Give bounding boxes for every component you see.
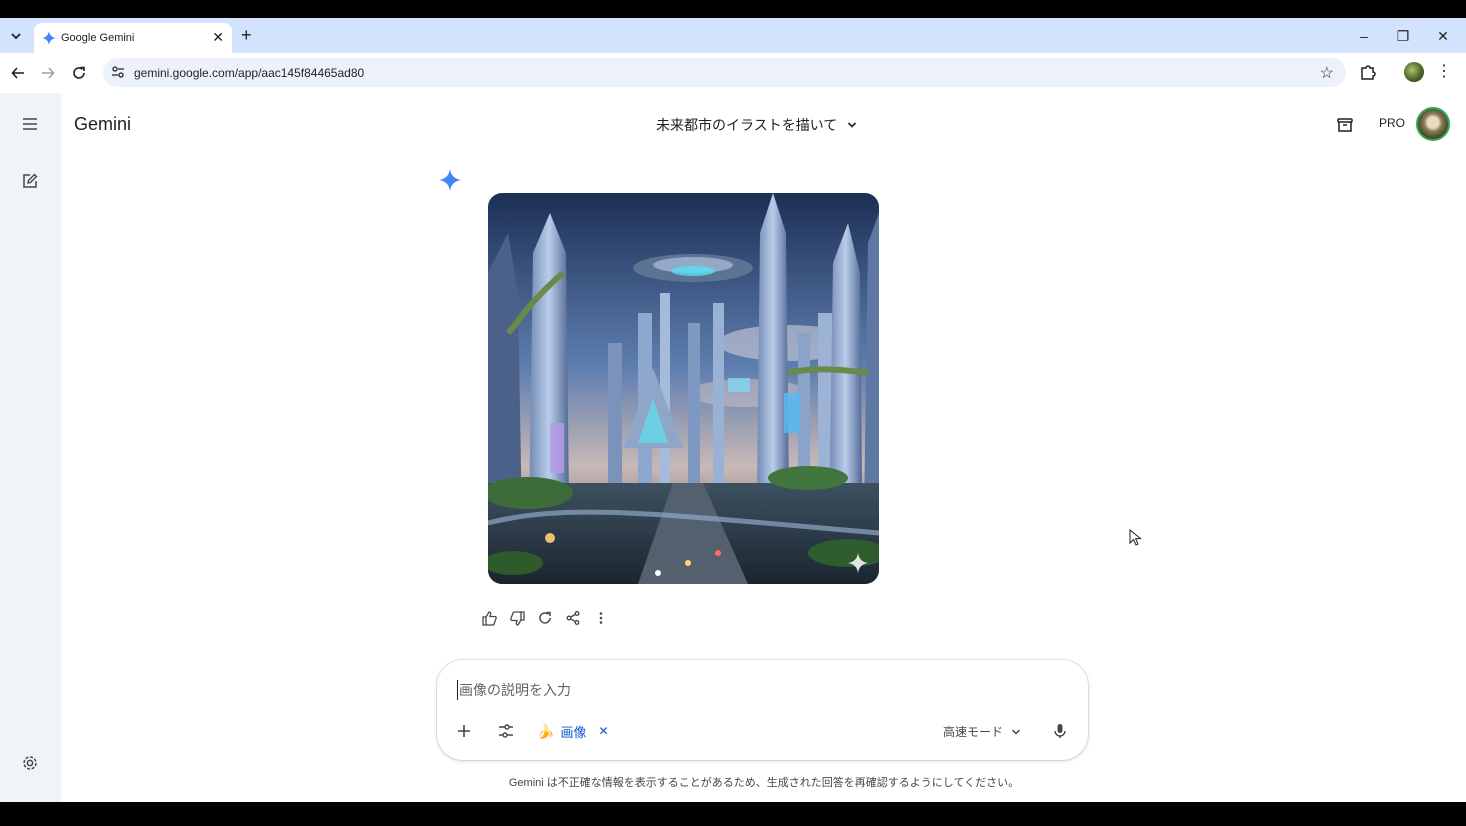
restore-button[interactable]: ❐: [1393, 26, 1413, 46]
pro-badge[interactable]: PRO: [1379, 116, 1405, 130]
conversation-title: 未来都市のイラストを描いて: [656, 117, 838, 133]
main-menu-icon[interactable]: [18, 112, 42, 136]
response-actions: [478, 607, 612, 629]
add-attachment-icon[interactable]: [453, 720, 475, 742]
disclaimer-text: Gemini は不正確な情報を表示することがあるため、生成された回答を再確認する…: [508, 777, 1020, 789]
new-tab-button[interactable]: +: [241, 25, 252, 46]
tab-gemini[interactable]: Google Gemini ✕: [34, 23, 232, 53]
new-chat-icon[interactable]: [18, 169, 42, 193]
tab-close-icon[interactable]: ✕: [212, 29, 224, 46]
back-button[interactable]: [8, 63, 28, 83]
banana-icon: 🍌: [537, 722, 555, 739]
site-info-icon[interactable]: [111, 65, 125, 79]
gemini-spark-icon: [439, 169, 461, 191]
browser-window: Google Gemini ✕ + – ❐ ✕ gemini.google.co…: [0, 18, 1466, 802]
chrome-menu-icon[interactable]: ⋮: [1436, 61, 1452, 81]
address-bar[interactable]: gemini.google.com/app/aac145f84465ad80 ☆: [103, 58, 1346, 87]
browser-profile-avatar[interactable]: [1404, 62, 1424, 82]
image-tool-chip[interactable]: 🍌 画像 ✕: [537, 720, 609, 742]
mode-label: 高速モード: [943, 725, 1004, 739]
mouse-cursor-icon: [1129, 529, 1142, 546]
chevron-down-icon: [848, 122, 857, 128]
tools-icon[interactable]: [495, 720, 517, 742]
app-brand[interactable]: Gemini: [74, 114, 131, 135]
forward-button[interactable]: [38, 63, 58, 83]
tab-strip: Google Gemini ✕ + – ❐ ✕: [0, 18, 1466, 53]
futuristic-city-illustration: [488, 193, 879, 584]
account-avatar[interactable]: [1416, 107, 1450, 141]
microphone-icon[interactable]: [1049, 720, 1071, 742]
minimize-button[interactable]: –: [1354, 26, 1374, 46]
url-text[interactable]: gemini.google.com/app/aac145f84465ad80: [134, 66, 364, 80]
prompt-input-card: 画像の説明を入力 🍌 画像 ✕ 高速モード: [437, 660, 1088, 760]
remove-tool-icon[interactable]: ✕: [598, 724, 608, 738]
gemini-app: Gemini 未来都市のイラストを描いて PRO 画像の説明を入力 🍌 画像 ✕…: [0, 93, 1466, 802]
regenerate-icon[interactable]: [534, 607, 556, 629]
browser-toolbar: gemini.google.com/app/aac145f84465ad80 ☆…: [0, 53, 1466, 93]
chevron-down-icon: [1011, 728, 1021, 735]
conversation-title-dropdown[interactable]: 未来都市のイラストを描いて: [656, 115, 857, 135]
close-window-button[interactable]: ✕: [1433, 26, 1453, 46]
extensions-puzzle-icon[interactable]: [1358, 62, 1378, 82]
reload-button[interactable]: [69, 63, 89, 83]
tab-title: Google Gemini: [61, 32, 135, 44]
more-options-icon[interactable]: [590, 607, 612, 629]
settings-gear-icon[interactable]: [18, 751, 42, 775]
sidebar: [0, 93, 61, 802]
bookmark-star-icon[interactable]: ☆: [1320, 63, 1334, 83]
share-icon[interactable]: [562, 607, 584, 629]
tab-search-icon[interactable]: [6, 26, 26, 46]
thumbs-up-icon[interactable]: [478, 607, 500, 629]
mode-selector[interactable]: 高速モード: [943, 723, 1021, 740]
thumbs-down-icon[interactable]: [506, 607, 528, 629]
prompt-input[interactable]: 画像の説明を入力: [457, 680, 571, 700]
temporary-chat-icon[interactable]: [1334, 114, 1356, 136]
gemini-favicon-icon: [42, 31, 56, 45]
generated-image[interactable]: [488, 193, 879, 584]
image-tool-label: 画像: [560, 724, 587, 740]
